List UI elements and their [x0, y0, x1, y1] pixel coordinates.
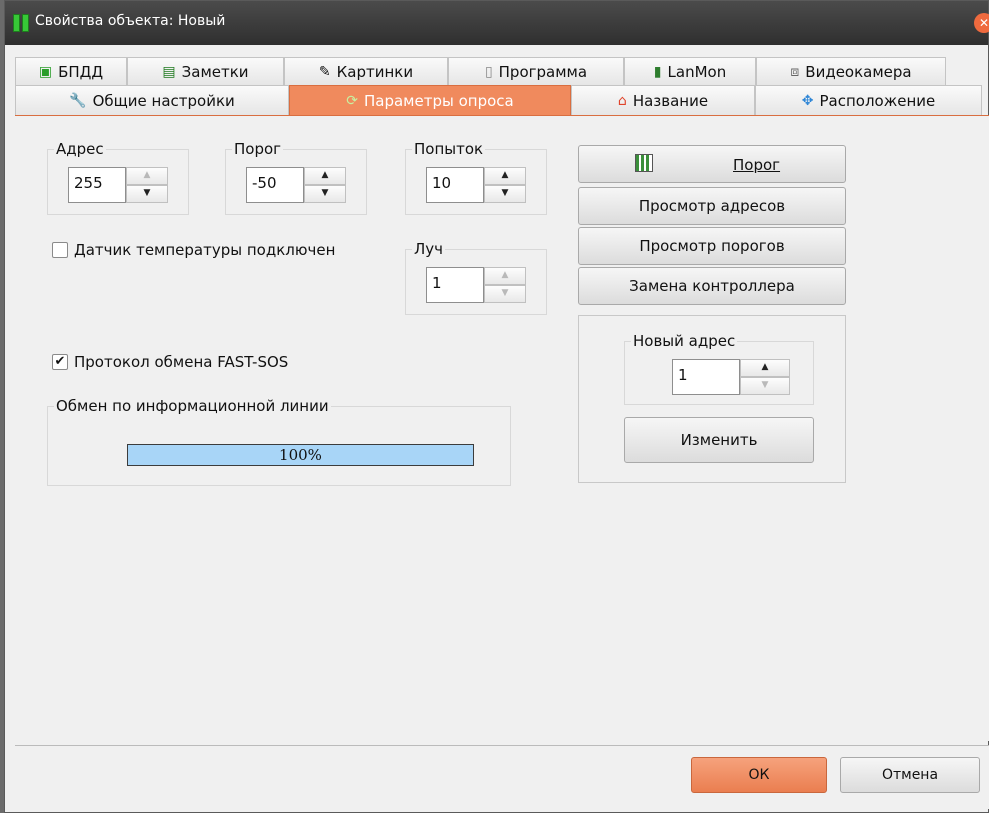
new-address-input[interactable]: 1	[672, 359, 740, 395]
tab-label: Общие настройки	[92, 91, 235, 110]
temp-sensor-checkbox[interactable]: Датчик температуры подключен	[52, 241, 335, 259]
address-input[interactable]: 255	[68, 167, 126, 203]
tab-label: LanMon	[667, 62, 727, 81]
ok-button[interactable]: ОК	[691, 757, 827, 793]
cancel-button-label: Отмена	[881, 767, 939, 783]
replace-controller-label: Замена контроллера	[629, 277, 795, 295]
replace-controller-button[interactable]: Замена контроллера	[578, 267, 846, 305]
address-down-button[interactable]: ▼	[126, 185, 168, 203]
pictures-icon: ✎	[318, 63, 331, 80]
threshold-spinbox[interactable]: -50 ▲ ▼	[246, 167, 346, 203]
threshold-label: Порог	[232, 140, 284, 158]
tab-name[interactable]: ⌂ Название	[571, 85, 755, 115]
view-addresses-label: Просмотр адресов	[638, 197, 786, 215]
bpdd-icon: ▣	[38, 63, 53, 80]
exchange-label: Обмен по информационной линии	[54, 397, 331, 415]
fast-sos-checkbox[interactable]: ✔ Протокол обмена FAST-SOS	[52, 353, 288, 371]
wrench-icon: 🔧	[69, 92, 87, 109]
new-address-up-button[interactable]: ▲	[740, 359, 790, 377]
attempts-up-button[interactable]: ▲	[484, 167, 526, 185]
threshold-down-button[interactable]: ▼	[304, 185, 346, 203]
tab-row-top: ▣ БПДД ▤ Заметки ✎ Картинки ▯ Программа …	[15, 57, 984, 85]
view-thresholds-button[interactable]: Просмотр порогов	[578, 227, 846, 265]
window-title: Свойства объекта: Новый	[35, 13, 226, 29]
tab-label: БПДД	[58, 62, 104, 81]
address-label: Адрес	[54, 140, 106, 158]
chart-icon	[635, 154, 653, 172]
address-spinbox[interactable]: 255 ▲ ▼	[68, 167, 168, 203]
new-address-down-button[interactable]: ▼	[740, 377, 790, 395]
ok-button-label: ОК	[748, 767, 770, 783]
beam-label: Луч	[412, 240, 446, 258]
threshold-up-button[interactable]: ▲	[304, 167, 346, 185]
home-icon: ⌂	[617, 92, 627, 109]
cancel-button[interactable]: Отмена	[840, 757, 980, 793]
change-button[interactable]: Изменить	[624, 417, 814, 463]
camera-icon: ⧈	[790, 63, 800, 80]
beam-input[interactable]: 1	[426, 267, 484, 303]
app-icon	[13, 14, 29, 32]
tab-notes[interactable]: ▤ Заметки	[127, 57, 284, 85]
temp-sensor-label: Датчик температуры подключен	[74, 241, 336, 259]
threshold-input[interactable]: -50	[246, 167, 304, 203]
fast-sos-label: Протокол обмена FAST-SOS	[74, 353, 289, 371]
tab-location[interactable]: ✥ Расположение	[755, 85, 982, 115]
tab-row-bottom: 🔧 Общие настройки ⟳ Параметры опроса ⌂ Н…	[15, 85, 984, 115]
tab-general-settings[interactable]: 🔧 Общие настройки	[15, 85, 289, 115]
tab-label: Программа	[498, 62, 588, 81]
temp-sensor-box[interactable]	[52, 242, 68, 258]
attempts-input[interactable]: 10	[426, 167, 484, 203]
address-up-button[interactable]: ▲	[126, 167, 168, 185]
tab-bpdd[interactable]: ▣ БПДД	[15, 57, 127, 85]
new-address-spinbox[interactable]: 1 ▲ ▼	[672, 359, 790, 395]
view-thresholds-label: Просмотр порогов	[639, 237, 785, 255]
exchange-progress-bar: 100%	[127, 444, 474, 466]
move-icon: ✥	[801, 92, 814, 109]
tab-label: Параметры опроса	[364, 91, 514, 110]
view-addresses-button[interactable]: Просмотр адресов	[578, 187, 846, 225]
notes-icon: ▤	[162, 63, 176, 80]
tab-lanmon[interactable]: ▮ LanMon	[624, 57, 756, 85]
tab-poll-params[interactable]: ⟳ Параметры опроса	[289, 85, 571, 115]
tab-camera[interactable]: ⧈ Видеокамера	[756, 57, 946, 85]
progress-text: 100%	[279, 446, 322, 464]
title-bar[interactable]: Свойства объекта: Новый ✕	[5, 1, 989, 45]
program-icon: ▯	[484, 63, 493, 80]
tab-label: Название	[632, 91, 709, 110]
attempts-label: Попыток	[412, 140, 486, 158]
lanmon-icon: ▮	[653, 63, 662, 80]
beam-down-button[interactable]: ▼	[484, 285, 526, 303]
close-icon[interactable]: ✕	[974, 13, 989, 33]
tab-label: Расположение	[819, 91, 936, 110]
new-address-label: Новый адрес	[631, 332, 738, 350]
tab-label: Видеокамера	[805, 62, 912, 81]
beam-up-button[interactable]: ▲	[484, 267, 526, 285]
change-button-label: Изменить	[680, 431, 758, 449]
attempts-spinbox[interactable]: 10 ▲ ▼	[426, 167, 526, 203]
fast-sos-box[interactable]: ✔	[52, 354, 68, 370]
tab-pictures[interactable]: ✎ Картинки	[284, 57, 448, 85]
beam-spinbox[interactable]: 1 ▲ ▼	[426, 267, 526, 303]
tab-program[interactable]: ▯ Программа	[448, 57, 624, 85]
tab-label: Заметки	[181, 62, 249, 81]
threshold-button[interactable]: Порог	[578, 145, 846, 183]
properties-window: Свойства объекта: Новый ✕ ▣ БПДД ▤ Замет…	[4, 0, 989, 813]
threshold-button-label: Порог	[733, 156, 781, 174]
attempts-down-button[interactable]: ▼	[484, 185, 526, 203]
refresh-icon: ⟳	[346, 92, 358, 109]
tab-label: Картинки	[336, 62, 414, 81]
